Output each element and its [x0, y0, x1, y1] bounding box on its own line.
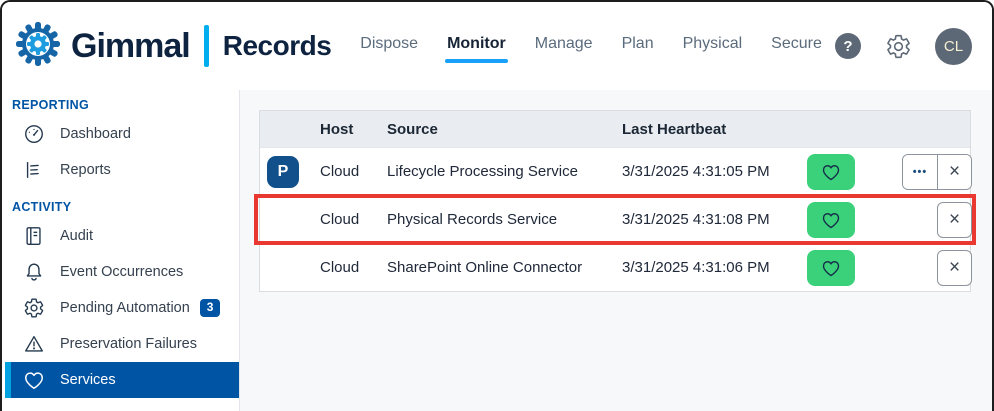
close-icon: × — [949, 162, 960, 181]
services-table: Host Source Last Heartbeat P Cloud Lifec… — [259, 110, 971, 292]
row-close-button[interactable]: × — [937, 250, 972, 286]
nav-tab-manage[interactable]: Manage — [534, 25, 594, 67]
table-header-row: Host Source Last Heartbeat — [260, 111, 970, 147]
nav-tab-dispose[interactable]: Dispose — [359, 25, 419, 67]
header-actions: ? CL — [835, 28, 972, 65]
report-icon — [22, 159, 45, 182]
app-header: Gimmal Records Dispose Monitor Manage Pl… — [2, 2, 992, 90]
nav-tab-monitor[interactable]: Monitor — [446, 25, 507, 67]
sidebar-section-activity: ACTIVITY — [2, 196, 239, 218]
heart-healthy-icon — [821, 162, 841, 182]
gimmal-logo: Gimmal Records — [14, 20, 331, 73]
help-icon[interactable]: ? — [835, 33, 861, 59]
cell-host: Cloud — [320, 163, 387, 180]
main-panel: Host Source Last Heartbeat P Cloud Lifec… — [240, 90, 992, 411]
warning-icon — [22, 333, 45, 356]
sidebar-item-audit[interactable]: Audit — [2, 218, 239, 254]
user-avatar[interactable]: CL — [935, 28, 972, 65]
gear-icon — [22, 297, 45, 320]
sidebar-item-pending-automation[interactable]: Pending Automation 3 — [2, 290, 239, 326]
top-nav: Dispose Monitor Manage Plan Physical Sec… — [359, 25, 823, 67]
physical-service-badge: P — [267, 156, 299, 188]
nav-tab-physical[interactable]: Physical — [682, 25, 744, 67]
column-header-source: Source — [387, 121, 622, 138]
heart-icon — [22, 369, 45, 392]
table-row: Cloud SharePoint Online Connector 3/31/2… — [260, 243, 970, 291]
sidebar-item-dashboard[interactable]: Dashboard — [2, 116, 239, 152]
cell-last-heartbeat: 3/31/2025 4:31:08 PM — [622, 211, 807, 228]
nav-tab-secure[interactable]: Secure — [770, 25, 823, 67]
settings-gear-icon[interactable] — [884, 32, 912, 60]
sidebar-item-label: Services — [60, 372, 116, 388]
heartbeat-status-button[interactable] — [807, 250, 855, 286]
cell-host: Cloud — [320, 211, 387, 228]
row-close-button[interactable]: × — [937, 202, 972, 238]
sidebar-item-label: Event Occurrences — [60, 264, 183, 280]
brand-name: Gimmal — [71, 27, 190, 66]
table-row-highlighted: Cloud Physical Records Service 3/31/2025… — [260, 195, 970, 243]
heartbeat-status-button[interactable] — [807, 154, 855, 190]
cell-source: Physical Records Service — [387, 211, 622, 228]
sidebar: REPORTING Dashboard — [2, 90, 240, 411]
content-area: REPORTING Dashboard — [2, 90, 992, 411]
close-icon: × — [949, 258, 960, 277]
row-actions-group: ••• × — [902, 154, 972, 190]
nav-tab-plan[interactable]: Plan — [621, 25, 655, 67]
cell-last-heartbeat: 3/31/2025 4:31:06 PM — [622, 259, 807, 276]
bell-icon — [22, 261, 45, 284]
row-menu-button[interactable]: ••• — [903, 155, 937, 189]
sidebar-item-label: Reports — [60, 162, 111, 178]
app-window: Gimmal Records Dispose Monitor Manage Pl… — [0, 0, 994, 411]
pending-automation-count-badge: 3 — [200, 299, 221, 316]
sidebar-item-label: Dashboard — [60, 126, 131, 142]
heartbeat-status-button[interactable] — [807, 202, 855, 238]
sidebar-item-services[interactable]: Services — [5, 362, 239, 398]
row-close-button[interactable]: × — [937, 155, 971, 189]
heart-healthy-icon — [821, 258, 841, 278]
logo-divider — [204, 25, 209, 67]
book-icon — [22, 225, 45, 248]
cell-source: Lifecycle Processing Service — [387, 163, 622, 180]
sidebar-item-label: Pending Automation — [60, 300, 190, 316]
cell-source: SharePoint Online Connector — [387, 259, 622, 276]
close-icon: × — [949, 210, 960, 229]
sidebar-item-preservation-failures[interactable]: Preservation Failures — [2, 326, 239, 362]
sidebar-section-reporting: REPORTING — [2, 94, 239, 116]
cell-last-heartbeat: 3/31/2025 4:31:05 PM — [622, 163, 807, 180]
sidebar-item-label: Preservation Failures — [60, 336, 197, 352]
ellipsis-icon: ••• — [913, 166, 928, 178]
column-header-host: Host — [320, 121, 387, 138]
gimmal-gear-logo-icon — [14, 20, 62, 73]
sidebar-item-event-occurrences[interactable]: Event Occurrences — [2, 254, 239, 290]
gauge-icon — [22, 123, 45, 146]
sidebar-item-reports[interactable]: Reports — [2, 152, 239, 188]
product-name: Records — [223, 30, 332, 62]
cell-host: Cloud — [320, 259, 387, 276]
table-row: P Cloud Lifecycle Processing Service 3/3… — [260, 147, 970, 195]
heart-healthy-icon — [821, 210, 841, 230]
sidebar-item-label: Audit — [60, 228, 93, 244]
column-header-last-heartbeat: Last Heartbeat — [622, 121, 807, 138]
